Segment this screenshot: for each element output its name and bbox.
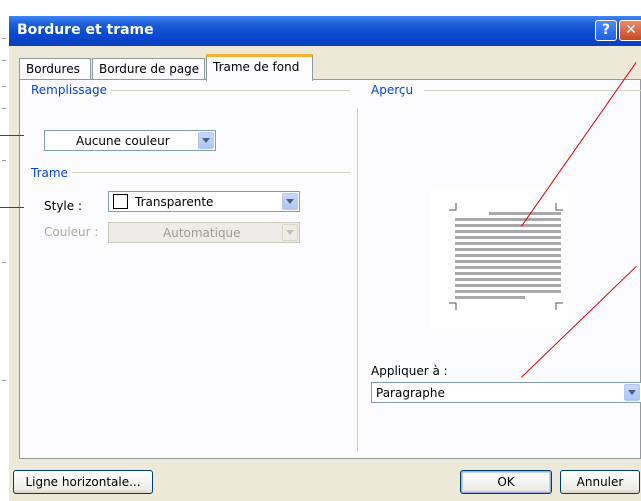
chevron-down-icon[interactable] bbox=[282, 193, 298, 210]
preview-line bbox=[489, 212, 561, 215]
tab-label: Trame de fond bbox=[213, 60, 300, 74]
pattern-swatch bbox=[113, 194, 128, 209]
group-line bbox=[70, 172, 350, 173]
borders-shading-dialog: Bordure et trame ? ✕ Bordures Bordure de… bbox=[9, 16, 641, 501]
chevron-down-icon[interactable] bbox=[198, 132, 214, 149]
preview-line bbox=[455, 254, 561, 257]
preview-pane bbox=[430, 191, 568, 328]
preview-line bbox=[455, 272, 561, 275]
tab-label: Bordure de page bbox=[99, 62, 200, 76]
pattern-group-label: Trame bbox=[31, 166, 72, 180]
preview-line bbox=[455, 296, 525, 299]
horizontal-line-button[interactable]: Ligne horizontale... bbox=[13, 470, 153, 494]
separator bbox=[358, 108, 359, 451]
pattern-color-select: Automatique bbox=[108, 222, 300, 243]
group-line bbox=[104, 90, 350, 91]
preview-line bbox=[455, 224, 561, 227]
tab-shading[interactable]: Trame de fond bbox=[206, 54, 313, 81]
pattern-color-label: Couleur : bbox=[44, 225, 99, 239]
apply-to-label: Appliquer à : bbox=[371, 364, 448, 378]
pattern-style-value: Transparente bbox=[135, 195, 214, 209]
tab-borders[interactable]: Bordures bbox=[19, 58, 91, 80]
ok-button[interactable]: OK bbox=[460, 470, 552, 494]
apply-to-value: Paragraphe bbox=[376, 386, 445, 400]
preview-line bbox=[455, 278, 561, 281]
style-label: Style : bbox=[44, 199, 82, 213]
pattern-style-select[interactable]: Transparente bbox=[108, 191, 300, 212]
preview-line bbox=[455, 266, 561, 269]
background-document-edge bbox=[0, 0, 9, 501]
title-bar[interactable]: Bordure et trame ? ✕ bbox=[9, 16, 641, 46]
fill-group-label: Remplissage bbox=[31, 83, 112, 97]
preview-line bbox=[455, 242, 561, 245]
cancel-button[interactable]: Annuler bbox=[560, 470, 640, 494]
annotation-line bbox=[0, 135, 24, 136]
preview-line bbox=[455, 218, 561, 221]
preview-line bbox=[455, 236, 561, 239]
dialog-title: Bordure et trame bbox=[17, 22, 154, 38]
chevron-down-icon bbox=[282, 224, 298, 241]
tab-label: Bordures bbox=[26, 62, 80, 76]
fill-color-select[interactable]: Aucune couleur bbox=[44, 130, 216, 151]
preview-line bbox=[455, 290, 561, 293]
preview-line bbox=[455, 248, 561, 251]
chevron-down-icon[interactable] bbox=[624, 384, 640, 401]
preview-line bbox=[455, 230, 561, 233]
fill-color-value: Aucune couleur bbox=[76, 134, 170, 148]
apply-to-select[interactable]: Paragraphe bbox=[371, 382, 641, 403]
preview-group-label: Aperçu bbox=[371, 83, 418, 97]
close-button[interactable]: ✕ bbox=[619, 20, 641, 41]
help-button[interactable]: ? bbox=[595, 20, 617, 41]
preview-line bbox=[455, 260, 561, 263]
tab-page-border[interactable]: Bordure de page bbox=[92, 58, 205, 80]
group-line bbox=[424, 90, 641, 91]
preview-line bbox=[455, 284, 561, 287]
pattern-color-value: Automatique bbox=[163, 226, 241, 240]
annotation-line bbox=[0, 207, 24, 208]
